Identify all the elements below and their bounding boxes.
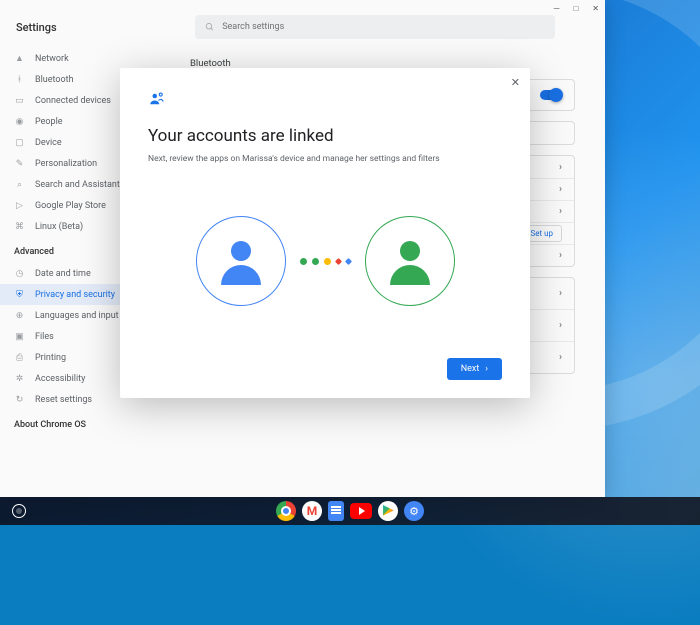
chevron-right-icon: › xyxy=(485,364,488,374)
next-button[interactable]: Next › xyxy=(447,358,502,380)
parent-avatar xyxy=(196,216,286,306)
settings-app-icon[interactable]: ⚙ xyxy=(404,501,424,521)
chrome-shelf: M ⚙ xyxy=(0,497,700,525)
play-store-app-icon[interactable] xyxy=(378,501,398,521)
dialog-title: Your accounts are linked xyxy=(148,126,502,146)
accounts-linked-dialog: ✕ Your accounts are linked Next, review … xyxy=(120,68,530,398)
link-visual xyxy=(148,164,502,358)
chrome-app-icon[interactable] xyxy=(276,501,296,521)
gmail-app-icon[interactable]: M xyxy=(302,501,322,521)
link-dots xyxy=(300,258,351,265)
child-avatar xyxy=(365,216,455,306)
youtube-app-icon[interactable] xyxy=(350,503,372,519)
close-dialog-button[interactable]: ✕ xyxy=(511,76,520,89)
docs-app-icon[interactable] xyxy=(328,501,344,521)
dialog-subtitle: Next, review the apps on Marissa's devic… xyxy=(148,154,502,164)
supervised-user-icon xyxy=(148,90,502,112)
launcher-button[interactable] xyxy=(12,504,26,518)
